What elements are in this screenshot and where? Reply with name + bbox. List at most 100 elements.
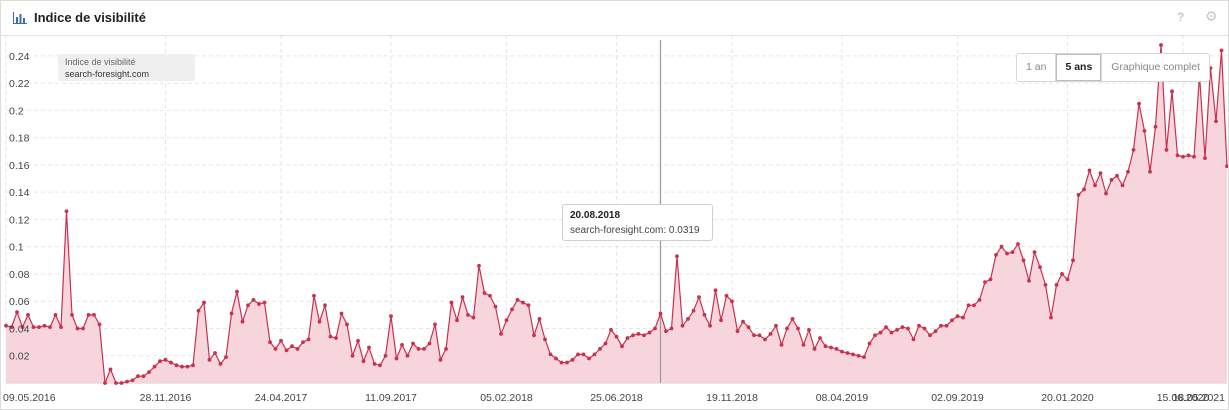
data-point[interactable]	[444, 347, 448, 351]
data-point[interactable]	[400, 342, 404, 347]
data-point[interactable]	[218, 362, 223, 366]
data-point[interactable]	[1098, 171, 1103, 176]
data-point[interactable]	[702, 312, 707, 317]
data-point[interactable]	[691, 308, 696, 313]
data-point[interactable]	[1010, 250, 1015, 255]
data-point[interactable]	[521, 300, 525, 305]
data-point[interactable]	[1148, 169, 1152, 174]
data-point[interactable]	[1214, 119, 1218, 124]
data-point[interactable]	[1076, 193, 1081, 197]
data-point[interactable]	[796, 326, 800, 331]
data-point[interactable]	[774, 323, 778, 328]
data-point[interactable]	[515, 297, 520, 302]
data-point[interactable]	[339, 311, 344, 316]
data-point[interactable]	[1115, 173, 1119, 178]
data-point[interactable]	[1104, 191, 1108, 196]
data-point[interactable]	[708, 323, 712, 328]
data-point[interactable]	[785, 326, 789, 331]
data-point[interactable]	[884, 325, 888, 330]
data-point[interactable]	[609, 327, 613, 332]
data-point[interactable]	[955, 314, 960, 319]
data-point[interactable]	[631, 333, 635, 338]
data-point[interactable]	[735, 329, 740, 334]
data-point[interactable]	[257, 302, 261, 306]
data-point[interactable]	[202, 300, 206, 305]
data-point[interactable]	[801, 342, 806, 347]
data-point[interactable]	[449, 300, 454, 305]
data-point[interactable]	[1142, 128, 1147, 133]
data-point[interactable]	[367, 345, 371, 350]
data-point[interactable]	[350, 353, 355, 358]
gear-icon[interactable]: ⚙	[1205, 8, 1218, 25]
data-point[interactable]	[81, 326, 85, 331]
data-point[interactable]	[807, 327, 811, 332]
data-point[interactable]	[411, 341, 415, 346]
data-point[interactable]	[1219, 48, 1224, 53]
data-point[interactable]	[405, 353, 410, 358]
data-point[interactable]	[422, 347, 426, 351]
data-point[interactable]	[779, 342, 784, 347]
data-point[interactable]	[933, 329, 938, 334]
data-point[interactable]	[752, 333, 756, 338]
data-point[interactable]	[603, 341, 608, 346]
range-1-year-button[interactable]: 1 an	[1017, 54, 1057, 81]
data-point[interactable]	[576, 352, 580, 357]
data-point[interactable]	[1159, 43, 1163, 47]
data-point[interactable]	[213, 351, 217, 355]
data-point[interactable]	[1120, 183, 1125, 188]
data-point[interactable]	[768, 332, 773, 336]
data-point[interactable]	[4, 323, 8, 328]
data-point[interactable]	[15, 310, 19, 315]
data-point[interactable]	[1126, 169, 1130, 174]
data-point[interactable]	[312, 293, 316, 298]
data-point[interactable]	[97, 322, 102, 327]
data-point[interactable]	[763, 337, 767, 342]
data-point[interactable]	[1060, 272, 1064, 276]
data-point[interactable]	[119, 381, 124, 385]
data-point[interactable]	[334, 336, 338, 340]
data-point[interactable]	[152, 364, 157, 369]
data-point[interactable]	[719, 318, 723, 323]
data-point[interactable]	[1043, 282, 1048, 287]
data-point[interactable]	[757, 333, 762, 338]
data-point[interactable]	[1181, 154, 1185, 159]
data-point[interactable]	[713, 288, 718, 293]
data-point[interactable]	[653, 326, 657, 331]
data-point[interactable]	[196, 308, 201, 313]
data-point[interactable]	[642, 333, 646, 338]
data-point[interactable]	[1065, 277, 1070, 282]
data-point[interactable]	[537, 317, 542, 321]
data-point[interactable]	[1071, 258, 1075, 263]
data-point[interactable]	[724, 293, 729, 298]
data-point[interactable]	[378, 363, 382, 368]
data-point[interactable]	[125, 379, 129, 384]
data-point[interactable]	[163, 357, 168, 362]
data-point[interactable]	[598, 347, 602, 351]
data-point[interactable]	[867, 341, 872, 346]
data-point[interactable]	[136, 374, 140, 379]
data-point[interactable]	[1170, 89, 1174, 94]
data-point[interactable]	[433, 322, 437, 327]
data-point[interactable]	[295, 347, 300, 351]
range-full-chart-button[interactable]: Graphique complet	[1102, 54, 1209, 81]
data-point[interactable]	[317, 319, 322, 324]
data-point[interactable]	[246, 303, 250, 308]
data-point[interactable]	[592, 352, 597, 357]
data-point[interactable]	[994, 252, 998, 257]
data-point[interactable]	[251, 297, 256, 302]
data-point[interactable]	[983, 280, 987, 285]
data-point[interactable]	[559, 360, 564, 365]
data-point[interactable]	[647, 330, 652, 335]
data-point[interactable]	[851, 352, 855, 357]
data-point[interactable]	[460, 295, 465, 300]
data-point[interactable]	[895, 327, 899, 332]
data-point[interactable]	[543, 337, 547, 342]
data-point[interactable]	[675, 254, 679, 259]
data-point[interactable]	[356, 338, 360, 343]
data-point[interactable]	[840, 349, 844, 354]
data-point[interactable]	[587, 356, 591, 361]
data-point[interactable]	[42, 323, 47, 328]
data-point[interactable]	[845, 351, 850, 355]
data-point[interactable]	[620, 344, 624, 349]
data-point[interactable]	[730, 299, 734, 304]
